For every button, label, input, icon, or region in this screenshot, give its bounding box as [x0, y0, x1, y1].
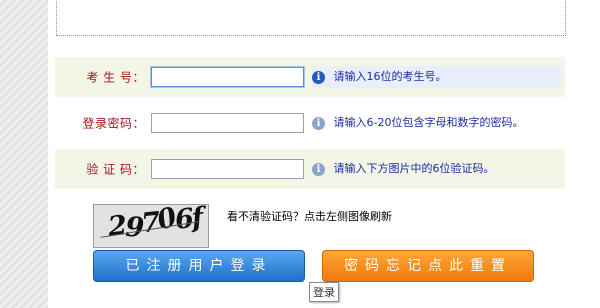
password-input[interactable] — [151, 113, 304, 133]
candidate-number-hint-text: 请输入16位的考生号。 — [333, 70, 447, 83]
candidate-number-hint: i 请输入16位的考生号。 — [312, 66, 561, 88]
form-row-candidate-number: 考 生 号： i 请输入16位的考生号。 — [55, 57, 565, 97]
captcha-image[interactable]: 29706f — [93, 204, 209, 248]
form-row-password: 登录密码： i 请输入6-20位包含字母和数字的密码。 — [55, 103, 565, 143]
reset-password-button[interactable]: 密码忘记点此重置 — [322, 250, 534, 282]
form-row-captcha: 验 证 码： i 请输入下方图片中的6位验证码。 — [55, 149, 565, 189]
candidate-number-label: 考 生 号： — [86, 70, 145, 85]
captcha-hint: i 请输入下方图片中的6位验证码。 — [312, 158, 505, 180]
captcha-input[interactable] — [151, 159, 304, 179]
captcha-hint-text: 请输入下方图片中的6位验证码。 — [333, 162, 495, 175]
candidate-number-input[interactable] — [151, 67, 304, 87]
info-icon: i — [312, 70, 325, 84]
captcha-refresh-text: 看不清验证码？点击左侧图像刷新 — [227, 210, 392, 223]
login-tooltip: 登录 — [309, 282, 339, 302]
info-icon: i — [312, 116, 325, 130]
info-icon: i — [312, 162, 325, 176]
notice-panel — [56, 0, 566, 36]
password-label: 登录密码： — [82, 116, 145, 131]
captcha-label: 验 证 码： — [86, 162, 145, 177]
login-button[interactable]: 已注册用户登录 — [93, 250, 305, 282]
password-hint-text: 请输入6-20位包含字母和数字的密码。 — [333, 116, 524, 129]
left-decorative-stripe — [0, 0, 48, 308]
password-hint: i 请输入6-20位包含字母和数字的密码。 — [312, 112, 533, 134]
